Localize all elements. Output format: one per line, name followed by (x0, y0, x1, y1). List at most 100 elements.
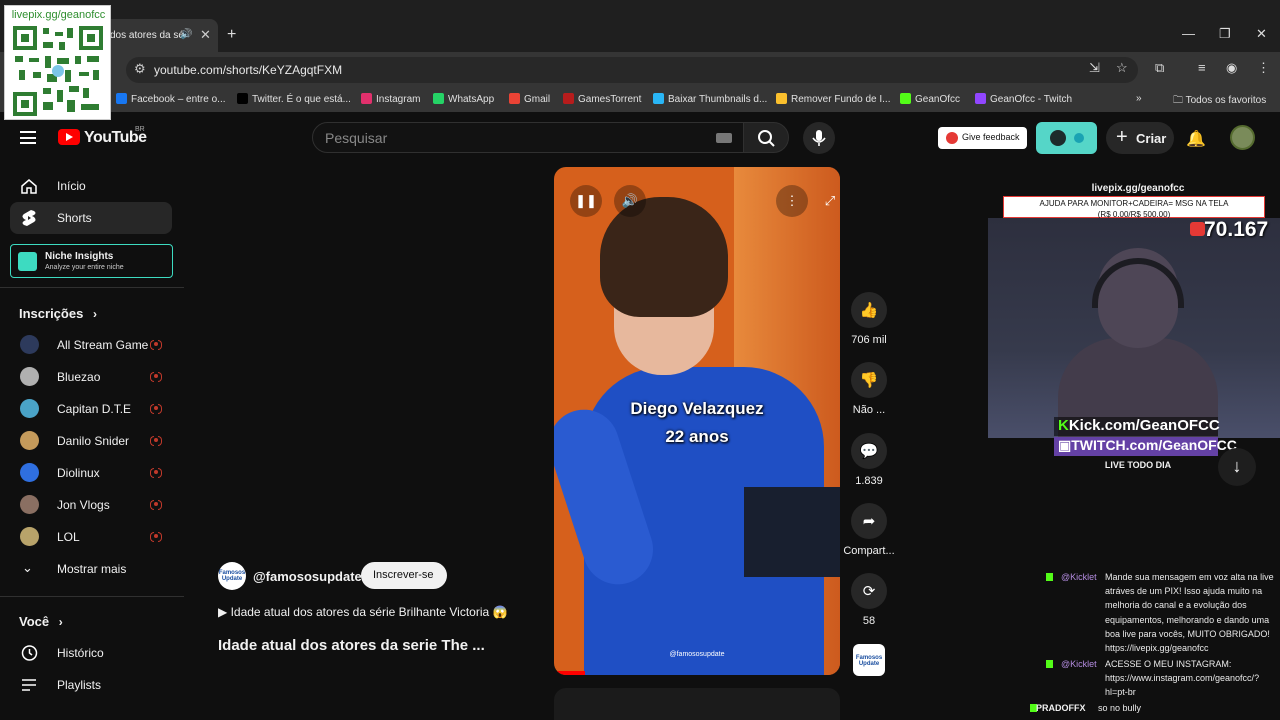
user-avatar[interactable] (1230, 125, 1255, 150)
bookmark-twitch[interactable]: GeanOfcc - Twitch (975, 93, 1072, 105)
sidebar-item-historico[interactable]: Histórico (10, 637, 172, 669)
channel-avatar[interactable]: Famosos Update (218, 562, 246, 590)
video-caption-name: Diego Velazquez (630, 399, 764, 418)
divider (0, 287, 184, 288)
divider (0, 596, 184, 597)
progress-bar[interactable] (554, 671, 586, 675)
youtube-logo-icon[interactable] (58, 129, 80, 145)
niche-insights-banner[interactable]: Niche Insights Analyze your entire niche (10, 244, 173, 278)
next-short-preview[interactable] (554, 688, 840, 720)
qr-code-icon (13, 26, 103, 116)
share-button[interactable]: ➦ (851, 503, 887, 539)
overlay-live-note: LIVE TODO DIA (1104, 460, 1172, 470)
all-favorites[interactable]: 🗀 Todos os favoritos (1173, 93, 1266, 110)
chevron-right-icon: › (92, 307, 97, 321)
linked-video[interactable]: ▶ Idade atual dos atores da série Brilha… (218, 605, 507, 619)
bookmark-twitter[interactable]: Twitter. É o que está... (237, 93, 351, 105)
bookmarks-overflow-icon[interactable]: » (1136, 93, 1142, 104)
short-title[interactable]: Idade atual dos atores da serie The ... (218, 637, 485, 654)
sidebar-item-playlists[interactable]: Playlists (10, 669, 172, 701)
give-feedback-button[interactable]: Give feedback (938, 127, 1027, 149)
extensions-icon[interactable]: ⧉ (1155, 60, 1164, 76)
extension-widget[interactable] (1036, 122, 1097, 154)
speaker-icon[interactable]: 🔊 (180, 29, 192, 40)
bookmark-gmail[interactable]: Gmail (509, 93, 550, 105)
restore-icon[interactable]: ❐ (1219, 26, 1231, 42)
live-indicator-icon (150, 532, 162, 542)
voice-search-button[interactable] (803, 122, 835, 154)
search-input[interactable] (325, 130, 705, 146)
folder-icon: 🗀 (1173, 95, 1186, 106)
subscription-item[interactable]: All Stream Game (10, 331, 172, 359)
subscription-item[interactable]: Jon Vlogs (10, 491, 172, 519)
twitter-icon (237, 93, 248, 104)
show-more-button[interactable]: ⌄ Mostrar mais (10, 555, 172, 583)
scroll-down-button[interactable]: ↓ (1218, 448, 1256, 486)
subscriptions-heading[interactable]: Inscrições › (19, 306, 97, 321)
shorts-player[interactable]: ❚❚ 🔊 ⋮ ⤢ Diego Velazquez 22 anos @famoso… (554, 167, 840, 675)
gamestorrent-icon (563, 93, 574, 104)
omnibox[interactable]: ⚙ youtube.com/shorts/KeYZAgqtFXM (126, 57, 1138, 83)
dislike-button[interactable]: 👎 (851, 362, 887, 398)
video-figure-hair (600, 197, 728, 317)
channel-handle[interactable]: @famososupdate (253, 569, 362, 584)
subscription-item[interactable]: Diolinux (10, 459, 172, 487)
bookmark-star-icon[interactable]: ☆ (1116, 60, 1128, 76)
channel-thumbnail[interactable]: Famosos Update (853, 644, 885, 676)
bookmark-thumbnails[interactable]: Baixar Thumbnails d... (653, 93, 767, 105)
history-icon (21, 645, 38, 661)
share-icon: ➦ (862, 513, 876, 530)
new-tab-icon[interactable]: + (227, 26, 236, 44)
subscription-item[interactable]: Bluezao (10, 363, 172, 391)
more-options-button[interactable]: ⋮ (776, 185, 808, 217)
subscription-item[interactable]: Danilo Snider (10, 427, 172, 455)
keyboard-icon[interactable] (716, 133, 732, 143)
kick-logo-icon: K (1058, 417, 1069, 434)
volume-button[interactable]: 🔊 (614, 185, 646, 217)
more-icon[interactable]: ⋮ (1257, 60, 1270, 76)
profile-icon[interactable]: ◉ (1226, 60, 1237, 76)
bookmark-kick[interactable]: GeanOfcc (900, 93, 960, 105)
minimize-icon[interactable]: — (1182, 26, 1195, 41)
bookmark-remove-bg[interactable]: Remover Fundo de I... (776, 93, 891, 105)
live-indicator-icon (150, 500, 162, 510)
sidebar-item-inicio[interactable]: Início (10, 170, 172, 202)
like-button[interactable]: 👍 (851, 292, 887, 328)
thumbs-down-icon: 👎 (859, 372, 879, 389)
expand-icon: ⤢ (824, 193, 836, 208)
remix-button[interactable]: ⟳ (851, 573, 887, 609)
subscription-item[interactable]: Capitan D.T.E (10, 395, 172, 423)
media-icon[interactable]: ≡ (1198, 60, 1206, 75)
fullscreen-button[interactable]: ⤢ (814, 185, 840, 217)
sidebar-item-shorts[interactable]: Shorts (10, 202, 172, 234)
url-text[interactable]: youtube.com/shorts/KeYZAgqtFXM (154, 63, 342, 77)
sidebar: Início Shorts Niche Insights Analyze you… (0, 164, 184, 720)
pause-button[interactable]: ❚❚ (570, 185, 602, 217)
close-tab-icon[interactable]: ✕ (200, 27, 211, 43)
channel-avatar (20, 463, 39, 482)
notifications-bell-icon[interactable]: 🔔 (1186, 129, 1206, 149)
bookmark-whatsapp[interactable]: WhatsApp (433, 93, 494, 105)
subscription-item[interactable]: LOL (10, 523, 172, 551)
browser-tab[interactable]: dos atores da sé 🔊 ✕ (100, 19, 218, 52)
hamburger-menu-icon[interactable] (20, 131, 36, 144)
kick-icon (900, 93, 911, 104)
comments-button[interactable]: 💬 (851, 433, 887, 469)
search-button[interactable] (743, 122, 789, 153)
gmail-icon (509, 93, 520, 104)
install-icon[interactable]: ⇲ (1089, 60, 1100, 76)
bookmark-gamestorrent[interactable]: GamesTorrent (563, 93, 641, 105)
bookmark-facebook[interactable]: Facebook – entre o... (116, 93, 226, 105)
you-heading[interactable]: Você › (19, 614, 63, 629)
site-info-icon[interactable]: ⚙ (134, 61, 146, 77)
bookmark-instagram[interactable]: Instagram (361, 93, 420, 105)
live-indicator-icon (150, 468, 162, 478)
subscribe-button[interactable]: Inscrever-se (361, 562, 447, 589)
create-button[interactable]: + Criar (1106, 122, 1174, 154)
dislike-label: Não ... (852, 404, 886, 416)
more-vert-icon: ⋮ (785, 193, 799, 208)
close-window-icon[interactable]: ✕ (1256, 26, 1267, 42)
shorts-icon (22, 210, 36, 226)
channel-avatar (20, 431, 39, 450)
goal-text: AJUDA PARA MONITOR+CADEIRA= MSG NA TELA (1039, 199, 1229, 208)
